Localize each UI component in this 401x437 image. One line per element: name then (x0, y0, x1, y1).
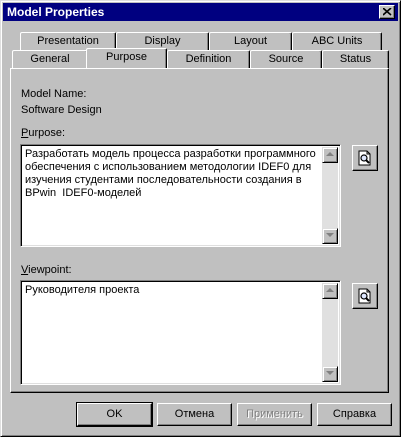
scroll-up-button[interactable] (322, 283, 338, 299)
viewpoint-text: Руководителя проекта (25, 284, 140, 296)
close-button[interactable] (379, 5, 395, 19)
purpose-panel: Model Name: Software Design Purpose: Раз… (10, 68, 389, 393)
arrow-up-icon (326, 152, 334, 156)
model-name-value: Software Design (21, 104, 102, 116)
title-bar: Model Properties (3, 3, 398, 21)
apply-button[interactable]: Применить (237, 403, 312, 426)
purpose-textarea[interactable]: Разработать модель процесса разработки п… (20, 144, 341, 247)
scroll-up-button[interactable] (322, 147, 338, 163)
tab-definition[interactable]: Definition (167, 50, 250, 68)
close-icon (383, 8, 392, 16)
help-button[interactable]: Справка (317, 403, 392, 426)
purpose-text: Разработать модель процесса разработки п… (25, 148, 319, 199)
viewpoint-textarea[interactable]: Руководителя проекта (20, 280, 341, 385)
scroll-down-button[interactable] (322, 228, 338, 244)
tab-status[interactable]: Status (322, 50, 389, 68)
tab-layout[interactable]: Layout (209, 32, 292, 50)
purpose-lookup-button[interactable] (352, 145, 378, 171)
scroll-down-button[interactable] (322, 366, 338, 382)
window-title: Model Properties (7, 5, 105, 19)
magnifier-document-icon (358, 150, 371, 166)
viewpoint-label: Viewpoint: (21, 264, 72, 277)
arrow-up-icon (326, 288, 334, 292)
purpose-label-rest: urpose: (28, 127, 66, 139)
model-name-label: Model Name: (21, 88, 87, 100)
tab-purpose[interactable]: Purpose (86, 48, 167, 68)
magnifier-document-icon (358, 288, 371, 304)
viewpoint-lookup-button[interactable] (352, 283, 378, 309)
purpose-label: Purpose: (21, 127, 65, 140)
purpose-scrollbar[interactable] (322, 147, 338, 244)
arrow-down-icon (326, 233, 334, 237)
viewpoint-label-rest: iewpoint: (28, 264, 72, 276)
tab-abc-units[interactable]: ABC Units (292, 32, 382, 50)
tab-source[interactable]: Source (250, 50, 322, 68)
viewpoint-scrollbar[interactable] (322, 283, 338, 382)
cancel-button[interactable]: Отмена (157, 403, 232, 426)
arrow-down-icon (326, 371, 334, 375)
ok-button[interactable]: OK (76, 402, 153, 427)
model-properties-dialog: Model Properties Presentation Display La… (0, 0, 401, 437)
tab-general[interactable]: General (12, 50, 88, 68)
